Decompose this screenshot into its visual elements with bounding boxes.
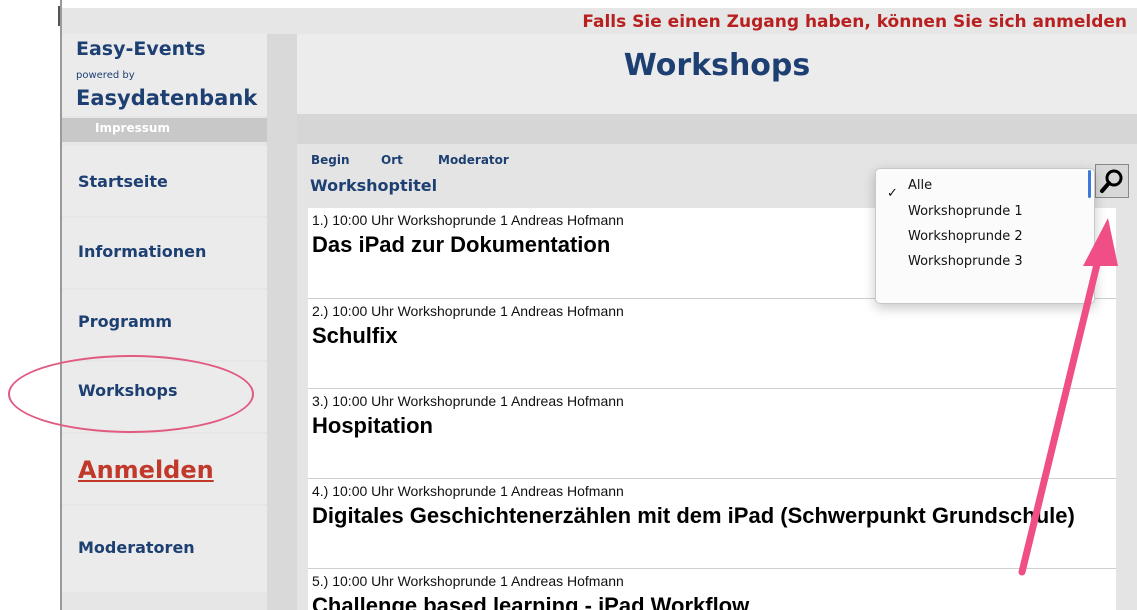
workshop-meta: 5.) 10:00 Uhr Workshoprunde 1 Andreas Ho…	[312, 573, 624, 589]
list-item[interactable]: 5.) 10:00 Uhr Workshoprunde 1 Andreas Ho…	[308, 568, 1116, 610]
workshop-title[interactable]: Digitales Geschichtenerzählen mit dem iP…	[312, 501, 1102, 531]
sidebar-item-label[interactable]: Workshops	[78, 381, 177, 400]
sidebar-item-label[interactable]: Programm	[78, 312, 172, 331]
workshoprunde-dropdown-menu[interactable]: ✓ Alle Workshoprunde 1 Workshoprunde 2 W…	[875, 168, 1095, 304]
workshop-meta: 1.) 10:00 Uhr Workshoprunde 1 Andreas Ho…	[312, 212, 624, 228]
search-icon	[1100, 169, 1123, 193]
workshop-meta: 4.) 10:00 Uhr Workshoprunde 1 Andreas Ho…	[312, 483, 624, 499]
workshop-meta: 3.) 10:00 Uhr Workshoprunde 1 Andreas Ho…	[312, 393, 624, 409]
select-focus-edge	[1088, 170, 1091, 198]
workshop-title[interactable]: Hospitation	[312, 411, 1102, 441]
workshop-title[interactable]: Challenge based learning - iPad Workflow	[312, 591, 1102, 610]
sort-ort-link[interactable]: Ort	[381, 153, 403, 167]
sidebar-item-label[interactable]: Moderatoren	[78, 538, 195, 557]
list-item[interactable]: 4.) 10:00 Uhr Workshoprunde 1 Andreas Ho…	[308, 478, 1116, 568]
search-button[interactable]	[1095, 164, 1129, 198]
list-item[interactable]: 2.) 10:00 Uhr Workshoprunde 1 Andreas Ho…	[308, 298, 1116, 388]
header-divider	[297, 114, 1137, 144]
brand-powered-by: powered by	[76, 70, 135, 81]
sort-begin-link[interactable]: Begin	[311, 153, 350, 167]
dropdown-option-runde-1[interactable]: Workshoprunde 1	[908, 204, 1023, 219]
dropdown-option-runde-3[interactable]: Workshoprunde 3	[908, 254, 1023, 269]
dropdown-option-runde-2[interactable]: Workshoprunde 2	[908, 229, 1023, 244]
left-border-tick	[58, 6, 60, 26]
sort-title-link[interactable]: Workshoptitel	[310, 176, 437, 195]
brand-title: Easy-Events	[76, 38, 206, 60]
dropdown-option-alle[interactable]: Alle	[908, 178, 932, 193]
workshop-meta: 2.) 10:00 Uhr Workshoprunde 1 Andreas Ho…	[312, 303, 624, 319]
list-item[interactable]: 3.) 10:00 Uhr Workshoprunde 1 Andreas Ho…	[308, 388, 1116, 478]
sidebar-gap	[267, 8, 297, 610]
page-title: Workshops	[623, 48, 811, 83]
workshop-title[interactable]: Schulfix	[312, 321, 1102, 351]
sidebar-item-label[interactable]: Startseite	[78, 172, 168, 191]
anmelden-link[interactable]: Anmelden	[78, 456, 214, 484]
login-hint-link[interactable]: Falls Sie einen Zugang haben, können Sie…	[582, 12, 1127, 32]
impressum-link[interactable]: Impressum	[95, 121, 170, 135]
sidebar-item-label[interactable]: Informationen	[78, 242, 206, 261]
brand-name: Easydatenbank	[76, 86, 258, 110]
checkmark-icon: ✓	[887, 186, 898, 201]
sort-moderator-link[interactable]: Moderator	[438, 153, 509, 167]
